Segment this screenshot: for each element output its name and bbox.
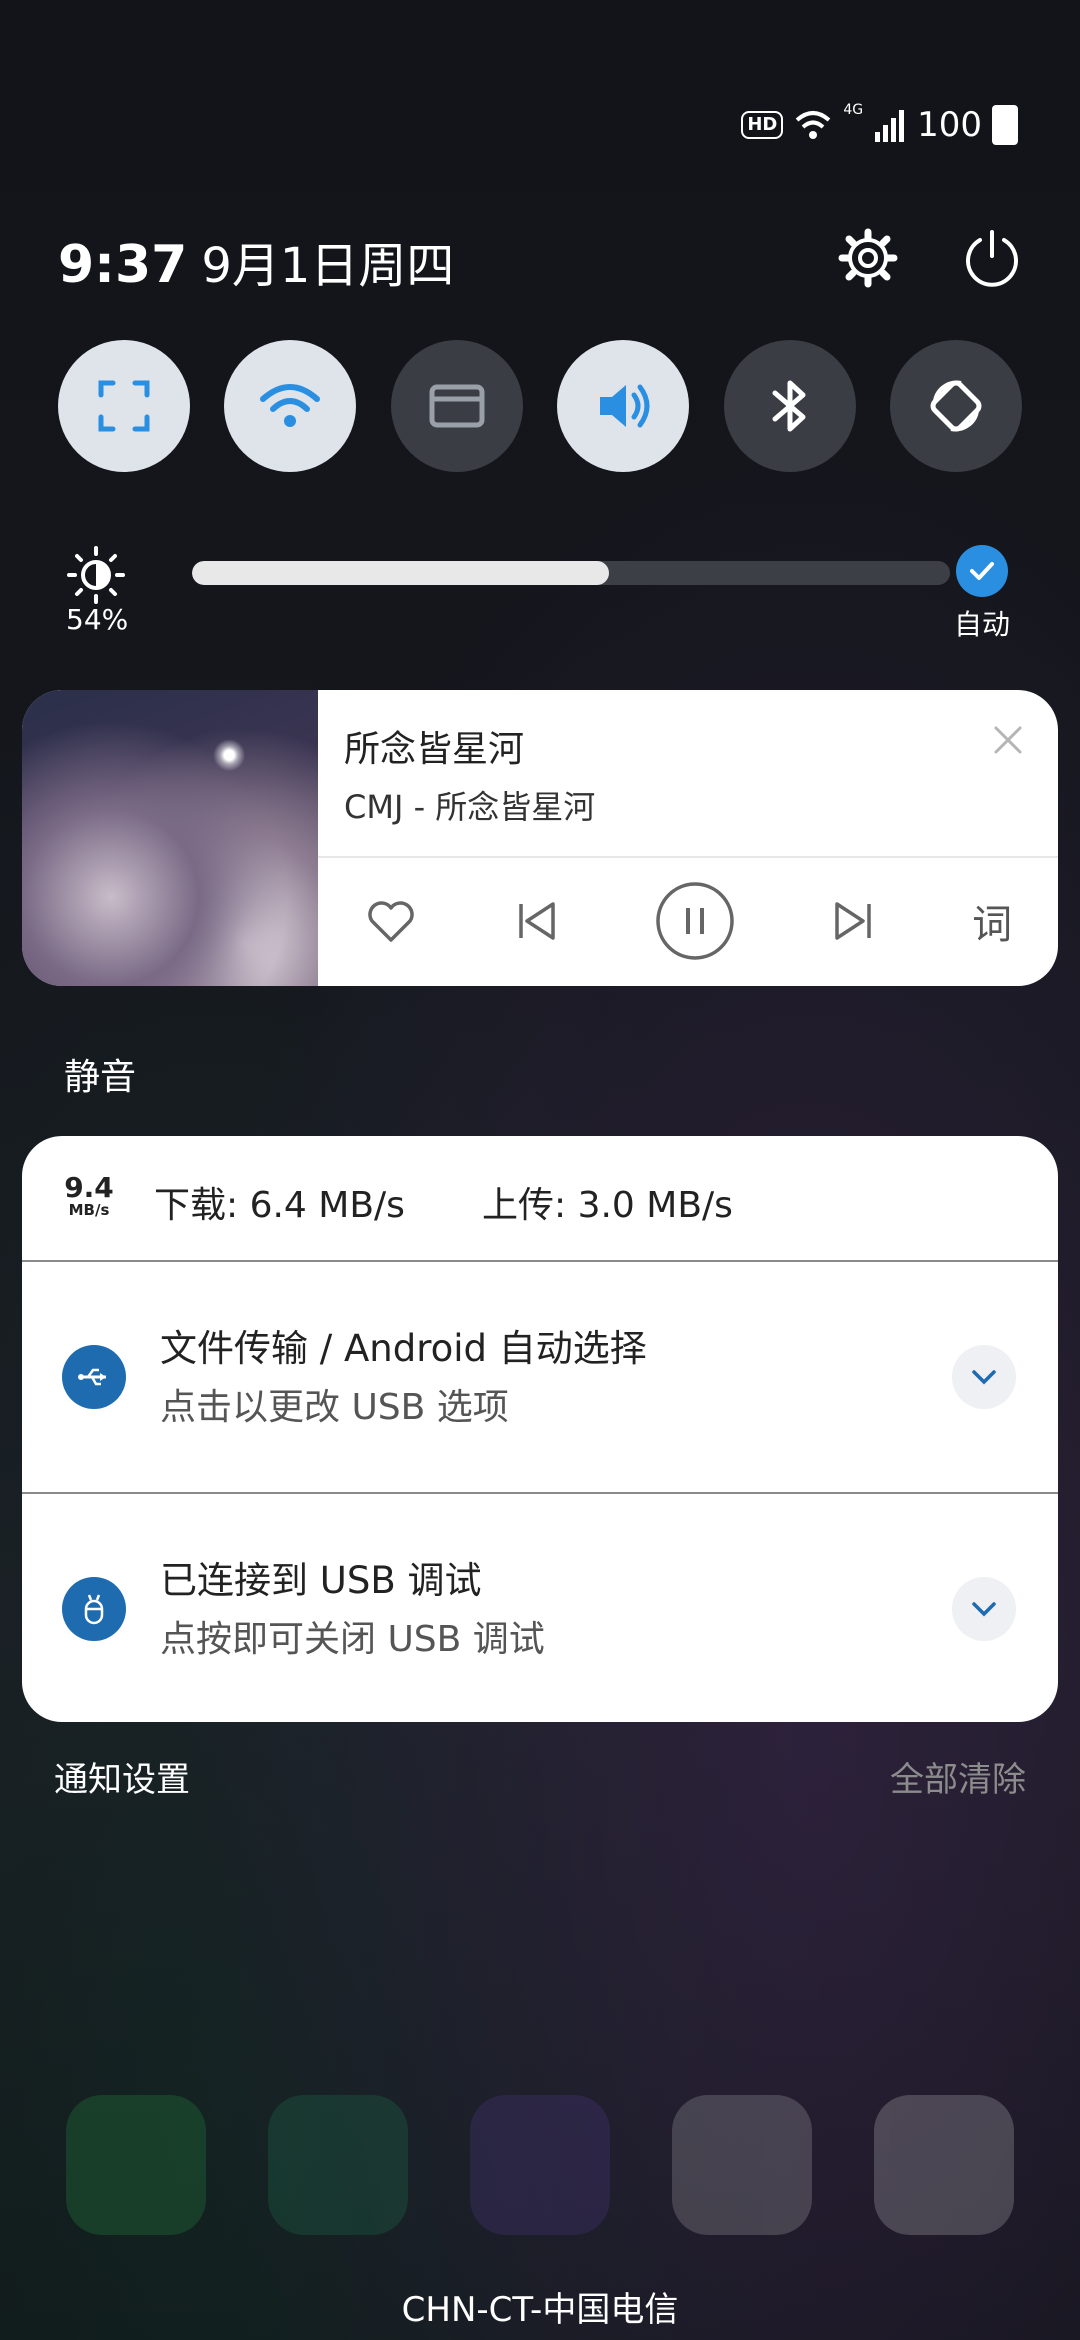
signal-icon	[875, 110, 905, 142]
toggle-bluetooth[interactable]	[723, 340, 856, 472]
usb-debug-subtitle: 点按即可关闭 USB 调试	[160, 1619, 545, 1660]
upload-speed: 上传: 3.0 MB/s	[482, 1185, 733, 1226]
battery-level: 100	[917, 105, 982, 145]
auto-brightness[interactable]: 自动	[942, 545, 1022, 643]
toggle-screenshot[interactable]	[58, 340, 190, 472]
screenshot-icon	[98, 380, 150, 432]
usb-transfer-title: 文件传输 / Android 自动选择	[160, 1327, 647, 1370]
network-type: 4G	[843, 102, 864, 118]
date: 9月1日周四	[201, 238, 455, 294]
media-divider	[318, 856, 1058, 858]
clear-all-button[interactable]: 全部清除	[890, 1752, 1026, 1801]
network-speed-notification[interactable]: 9.4 MB/s 下载: 6.4 MB/s 上传: 3.0 MB/s	[22, 1136, 1058, 1262]
media-player-card[interactable]: 所念皆星河 CMJ - 所念皆星河 词	[22, 690, 1058, 986]
rotation-icon	[930, 380, 982, 432]
header-actions	[836, 226, 1024, 290]
brightness-percent: 54%	[66, 603, 129, 636]
wifi-icon	[260, 384, 321, 427]
brightness-slider[interactable]	[192, 561, 950, 585]
status-bar: HD 4G 100	[741, 100, 1018, 150]
heart-icon[interactable]	[364, 894, 418, 948]
dock-blurred	[66, 2095, 1014, 2235]
expand-button[interactable]	[952, 1345, 1016, 1409]
power-icon[interactable]	[960, 226, 1024, 290]
notification-settings-link[interactable]: 通知设置	[54, 1752, 190, 1801]
usb-icon	[62, 1345, 126, 1409]
close-icon[interactable]	[988, 720, 1028, 760]
album-art	[22, 690, 318, 986]
previous-icon[interactable]	[509, 894, 563, 948]
media-controls: 词	[318, 866, 1058, 976]
usb-transfer-notification[interactable]: 文件传输 / Android 自动选择 点击以更改 USB 选项	[22, 1262, 1058, 1492]
usb-debug-notification[interactable]: 已连接到 USB 调试 点按即可关闭 USB 调试	[22, 1494, 1058, 1722]
battery-icon	[992, 105, 1018, 145]
debug-icon	[62, 1577, 126, 1641]
speed-value: 9.4	[64, 1171, 114, 1204]
lyrics-button[interactable]: 词	[972, 892, 1012, 950]
song-title: 所念皆星河	[344, 729, 525, 770]
volume-icon	[600, 384, 650, 428]
speed-unit: MB/s	[68, 1201, 110, 1219]
bluetooth-icon	[772, 380, 806, 432]
clock-row: 9:37 9月1日周四	[58, 226, 454, 296]
auto-brightness-label: 自动	[953, 608, 1010, 641]
toggle-sound[interactable]	[557, 340, 690, 472]
speed-icon: 9.4 MB/s	[64, 1174, 114, 1218]
brightness-icon	[67, 546, 125, 604]
toggle-card[interactable]	[390, 340, 523, 472]
time: 9:37	[58, 235, 188, 295]
pause-icon[interactable]	[655, 881, 735, 961]
download-speed: 下载: 6.4 MB/s	[154, 1185, 405, 1226]
hd-badge: HD	[741, 111, 784, 139]
brightness-row: 54% 自动	[62, 545, 1022, 645]
sound-mode-label: 静音	[64, 1057, 137, 1098]
card-icon	[429, 384, 485, 428]
chevron-down-icon	[972, 1370, 996, 1385]
wifi-status-icon	[796, 111, 831, 139]
chevron-down-icon	[972, 1602, 996, 1617]
next-icon[interactable]	[827, 894, 881, 948]
gear-icon[interactable]	[836, 226, 900, 290]
check-icon	[956, 545, 1008, 597]
brightness-slider-fill	[192, 561, 609, 585]
expand-button[interactable]	[952, 1577, 1016, 1641]
quick-toggles	[58, 340, 1022, 472]
carrier-name: CHN-CT-中国电信	[401, 2290, 679, 2330]
usb-transfer-subtitle: 点击以更改 USB 选项	[160, 1387, 509, 1428]
toggle-wifi[interactable]	[224, 340, 357, 472]
usb-debug-title: 已连接到 USB 调试	[160, 1559, 482, 1602]
song-artist: CMJ - 所念皆星河	[344, 788, 596, 826]
notification-group: 9.4 MB/s 下载: 6.4 MB/s 上传: 3.0 MB/s 文件传输 …	[22, 1136, 1058, 1722]
toggle-rotation[interactable]	[889, 340, 1022, 472]
